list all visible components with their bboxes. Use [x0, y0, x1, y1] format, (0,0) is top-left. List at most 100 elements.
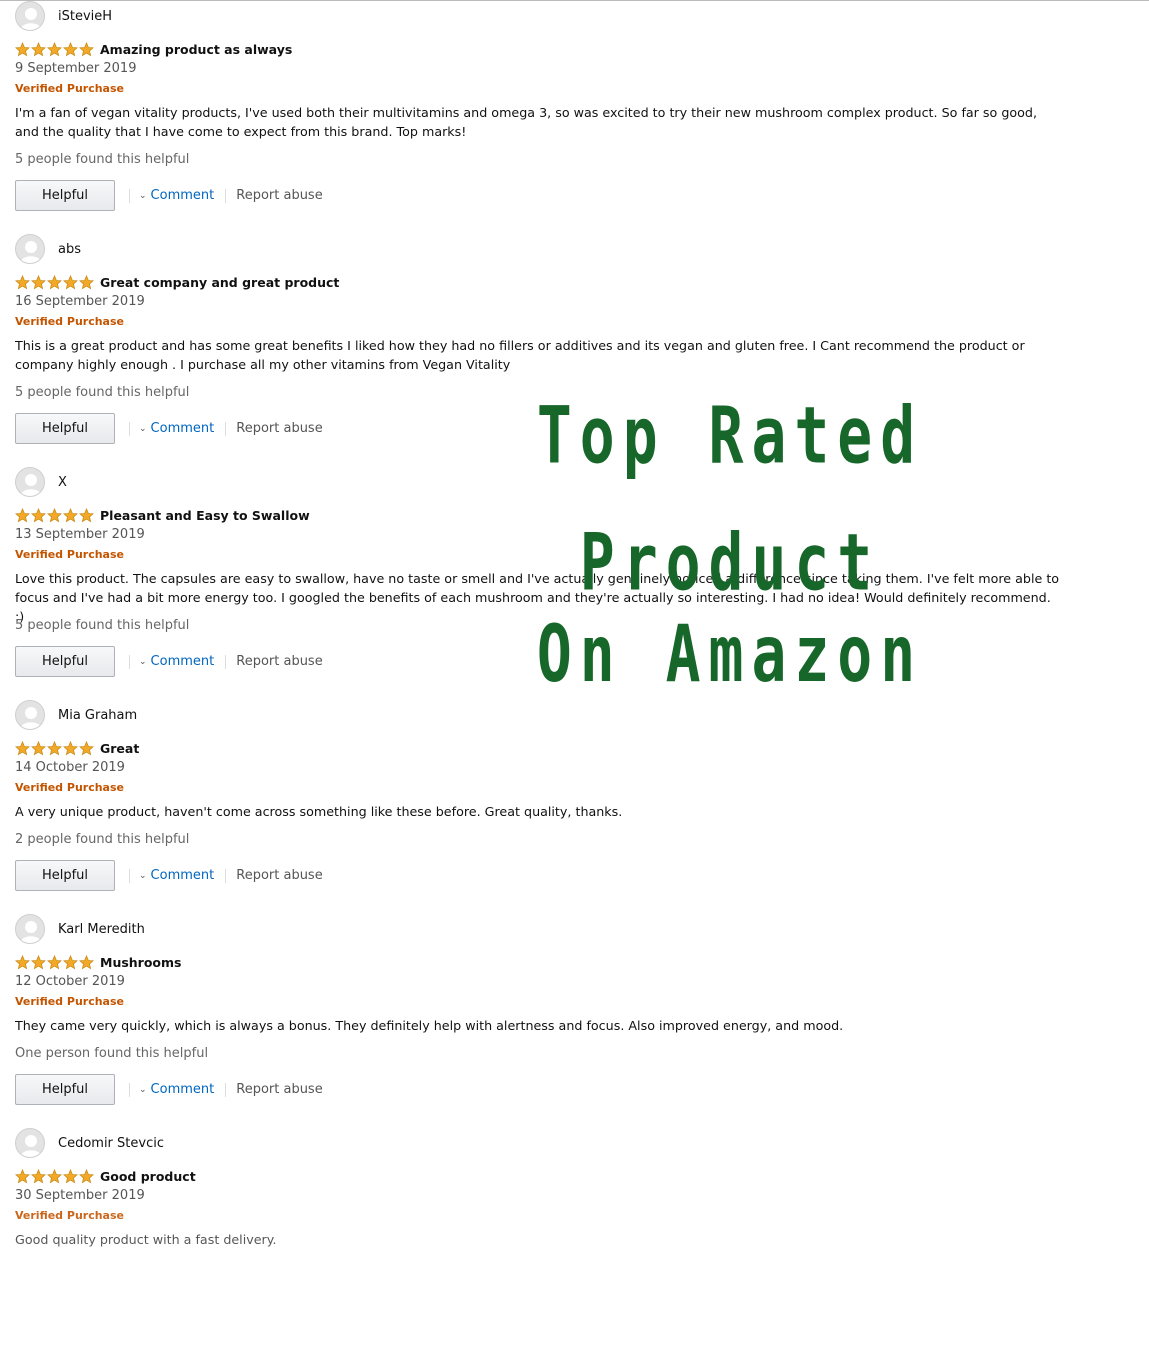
avatar	[15, 467, 45, 497]
review-title[interactable]: Great company and great product	[100, 275, 339, 290]
review-actions: Helpful ⌄ Comment Report abuse	[15, 860, 323, 891]
comment-link[interactable]: ⌄ Comment	[139, 868, 214, 883]
comment-label: Comment	[150, 1082, 215, 1097]
avatar	[15, 1, 45, 31]
comment-label: Comment	[150, 868, 215, 883]
reviewer-profile[interactable]: Mia Graham	[15, 700, 137, 730]
verified-purchase-badge[interactable]: Verified Purchase	[15, 82, 124, 95]
review-date: 12 October 2019	[15, 974, 125, 989]
rating-row: Mushrooms	[15, 954, 181, 970]
divider	[129, 654, 130, 669]
helpful-button[interactable]: Helpful	[15, 860, 115, 891]
verified-purchase-badge[interactable]: Verified Purchase	[15, 781, 124, 794]
star-icon	[79, 740, 94, 756]
verified-purchase-badge[interactable]: Verified Purchase	[15, 315, 124, 328]
star-icon	[79, 507, 94, 523]
helpful-count: 5 people found this helpful	[15, 385, 190, 400]
report-abuse-link[interactable]: Report abuse	[236, 188, 322, 203]
reviewer-profile[interactable]: iStevieH	[15, 1, 112, 31]
reviewer-profile[interactable]: Cedomir Stevcic	[15, 1128, 164, 1158]
star-icon	[31, 1168, 46, 1184]
review-actions: Helpful ⌄ Comment Report abuse	[15, 413, 323, 444]
review-body: A very unique product, haven't come acro…	[15, 804, 623, 819]
verified-purchase-badge[interactable]: Verified Purchase	[15, 995, 124, 1008]
rating-row: Good product	[15, 1168, 196, 1184]
comment-link[interactable]: ⌄ Comment	[139, 421, 214, 436]
star-icon	[31, 507, 46, 523]
star-icon	[47, 507, 62, 523]
review-date: 9 September 2019	[15, 61, 137, 76]
report-abuse-link[interactable]: Report abuse	[236, 654, 322, 669]
star-rating[interactable]	[15, 954, 94, 970]
rating-row: Pleasant and Easy to Swallow	[15, 507, 310, 523]
helpful-button[interactable]: Helpful	[15, 180, 115, 211]
helpful-button[interactable]: Helpful	[15, 1074, 115, 1105]
star-rating[interactable]	[15, 1168, 94, 1184]
star-rating[interactable]	[15, 740, 94, 756]
divider	[225, 188, 227, 203]
promo-line-1: Top Rated Product	[536, 389, 924, 609]
chevron-down-icon: ⌄	[139, 1084, 147, 1095]
avatar	[15, 1128, 45, 1158]
helpful-count: 5 people found this helpful	[15, 152, 190, 167]
reviewer-name[interactable]: iStevieH	[58, 9, 112, 24]
review-title[interactable]: Mushrooms	[100, 955, 181, 970]
comment-link[interactable]: ⌄ Comment	[139, 654, 214, 669]
comment-label: Comment	[150, 188, 215, 203]
star-rating[interactable]	[15, 274, 94, 290]
review-date: 16 September 2019	[15, 294, 145, 309]
star-icon	[63, 274, 78, 290]
review-title[interactable]: Great	[100, 741, 139, 756]
review-body: This is a great product and has some gre…	[15, 338, 1025, 372]
comment-link[interactable]: ⌄ Comment	[139, 188, 214, 203]
star-icon	[15, 954, 30, 970]
verified-purchase-badge[interactable]: Verified Purchase	[15, 548, 124, 561]
review-title[interactable]: Good product	[100, 1169, 196, 1184]
review-date: 14 October 2019	[15, 760, 125, 775]
star-icon	[63, 507, 78, 523]
star-icon	[63, 1168, 78, 1184]
comment-link[interactable]: ⌄ Comment	[139, 1082, 214, 1097]
star-icon	[31, 274, 46, 290]
reviewer-profile[interactable]: Karl Meredith	[15, 914, 145, 944]
helpful-count: One person found this helpful	[15, 1046, 209, 1061]
star-icon	[47, 740, 62, 756]
bottom-fade	[0, 1200, 1149, 1250]
report-abuse-link[interactable]: Report abuse	[236, 421, 322, 436]
avatar	[15, 700, 45, 730]
reviewer-profile[interactable]: X	[15, 467, 67, 497]
reviewer-name[interactable]: X	[58, 475, 67, 490]
star-icon	[79, 274, 94, 290]
review-body: I'm a fan of vegan vitality products, I'…	[15, 105, 1038, 139]
reviewer-name[interactable]: Mia Graham	[58, 708, 137, 723]
helpful-button[interactable]: Helpful	[15, 646, 115, 677]
promo-overlay: Top Rated Product On Amazon	[395, 372, 1065, 718]
chevron-down-icon: ⌄	[139, 870, 147, 881]
promo-line-2: On Amazon	[536, 608, 924, 701]
star-icon	[47, 954, 62, 970]
review-title[interactable]: Amazing product as always	[100, 42, 292, 57]
reviewer-name[interactable]: Karl Meredith	[58, 922, 145, 937]
comment-label: Comment	[150, 654, 215, 669]
review-title[interactable]: Pleasant and Easy to Swallow	[100, 508, 310, 523]
reviewer-name[interactable]: Cedomir Stevcic	[58, 1136, 164, 1151]
helpful-count: 2 people found this helpful	[15, 832, 190, 847]
star-icon	[15, 1168, 30, 1184]
star-icon	[79, 954, 94, 970]
helpful-button[interactable]: Helpful	[15, 413, 115, 444]
chevron-down-icon: ⌄	[139, 423, 147, 434]
reviewer-name[interactable]: abs	[58, 242, 81, 257]
review-date: 13 September 2019	[15, 527, 145, 542]
star-icon	[15, 41, 30, 57]
star-icon	[31, 740, 46, 756]
star-rating[interactable]	[15, 41, 94, 57]
divider	[225, 654, 227, 669]
report-abuse-link[interactable]: Report abuse	[236, 868, 322, 883]
star-icon	[63, 740, 78, 756]
star-rating[interactable]	[15, 507, 94, 523]
reviewer-profile[interactable]: abs	[15, 234, 81, 264]
star-icon	[63, 41, 78, 57]
star-icon	[15, 274, 30, 290]
chevron-down-icon: ⌄	[139, 190, 147, 201]
report-abuse-link[interactable]: Report abuse	[236, 1082, 322, 1097]
